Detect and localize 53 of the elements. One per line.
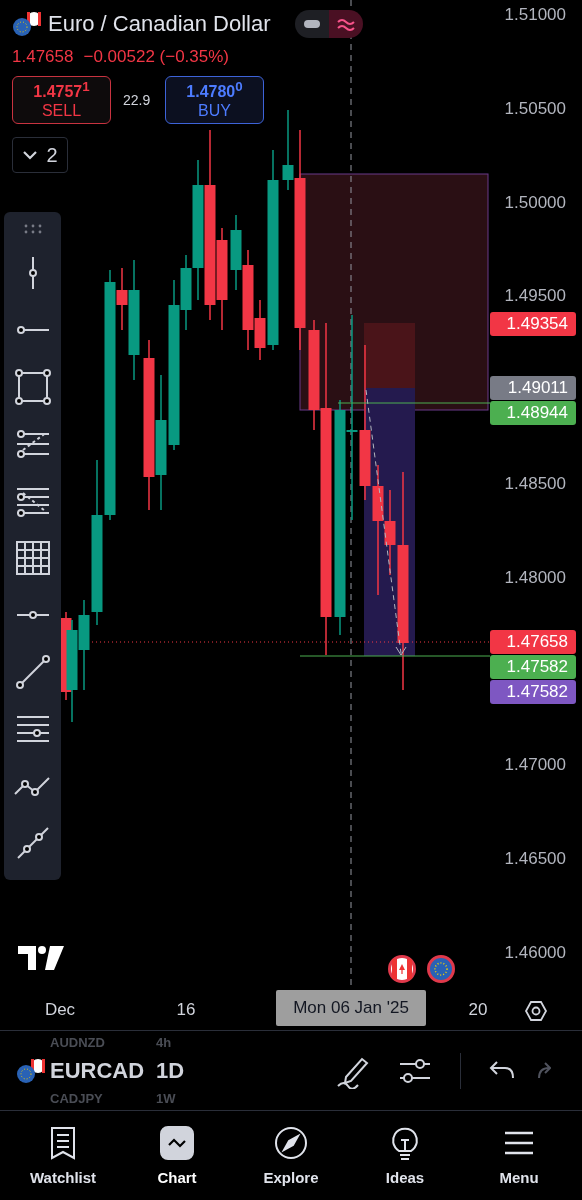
nav-tab[interactable]: Chart bbox=[127, 1125, 227, 1186]
symbol-title: Euro / Canadian Dollar bbox=[48, 11, 271, 37]
symbol-option[interactable]: EURCAD 1D bbox=[16, 1050, 246, 1091]
price-tick: 1.46500 bbox=[504, 848, 566, 871]
price-tick: 1.46000 bbox=[504, 942, 566, 964]
price-marker: 1.47582 bbox=[490, 679, 576, 704]
price-tick: 1.48500 bbox=[504, 473, 566, 495]
wave-toggle[interactable] bbox=[328, 10, 363, 38]
drag-handle-icon bbox=[22, 224, 43, 234]
price-tick: 1.50000 bbox=[504, 191, 566, 214]
menu-icon bbox=[504, 1130, 534, 1156]
nav-tab[interactable]: Menu bbox=[469, 1125, 569, 1186]
grid-icon[interactable] bbox=[14, 540, 51, 576]
price-tick: 1.49500 bbox=[504, 285, 566, 308]
canada-flag-icon bbox=[388, 955, 416, 983]
chart-icon bbox=[160, 1126, 194, 1160]
settings-icon[interactable] bbox=[524, 999, 548, 1023]
time-label: 20 bbox=[468, 1000, 488, 1020]
flag-pair-icon bbox=[16, 1057, 46, 1084]
rectangle-icon[interactable] bbox=[14, 369, 51, 405]
price-tick: 1.48000 bbox=[504, 566, 566, 589]
time-label: Dec bbox=[44, 1000, 76, 1020]
entry-box bbox=[364, 323, 415, 388]
time-label: 16 bbox=[176, 1000, 196, 1020]
price-marker: 1.49011 bbox=[490, 376, 576, 401]
minus-icon bbox=[303, 20, 320, 28]
spread-value: 22.9 bbox=[123, 92, 152, 108]
lightbulb-icon bbox=[390, 1125, 420, 1161]
indicators-button[interactable]: 2 bbox=[12, 137, 68, 173]
price-marker: 1.49354 bbox=[490, 311, 576, 336]
wave-icon bbox=[336, 17, 355, 31]
buy-button[interactable]: 1.4780$^{0}$ BUY bbox=[165, 76, 264, 124]
nav-tab[interactable]: Watchlist bbox=[13, 1125, 113, 1186]
list-icon bbox=[50, 1126, 76, 1160]
price-tick: 1.47000 bbox=[504, 754, 566, 777]
flag-pair-icon bbox=[12, 11, 42, 37]
price-tick: 1.50500 bbox=[504, 97, 566, 120]
price-change: −0.00522 (−0.35%) bbox=[83, 47, 229, 67]
tradingview-logo-icon bbox=[18, 946, 64, 970]
eu-flag-icon bbox=[427, 955, 455, 983]
chevron-down-icon bbox=[22, 150, 39, 160]
nav-tab[interactable]: Ideas bbox=[355, 1125, 455, 1186]
price-marker: 1.47658 bbox=[490, 629, 576, 654]
compass-icon bbox=[274, 1126, 308, 1160]
minus-toggle[interactable] bbox=[294, 10, 329, 38]
price-tick: 1.51000 bbox=[504, 4, 566, 26]
price-marker: 1.47582 bbox=[490, 654, 576, 679]
trend-line-icon[interactable] bbox=[14, 654, 51, 690]
crosshair-date: Mon 06 Jan '25 bbox=[276, 990, 426, 1026]
last-price: 1.47658 bbox=[12, 47, 74, 67]
nav-tab[interactable]: Explore bbox=[241, 1125, 341, 1186]
sell-button[interactable]: 1.4757$^{1}$ SELL bbox=[12, 76, 111, 124]
price-marker: 1.48944 bbox=[490, 401, 576, 426]
